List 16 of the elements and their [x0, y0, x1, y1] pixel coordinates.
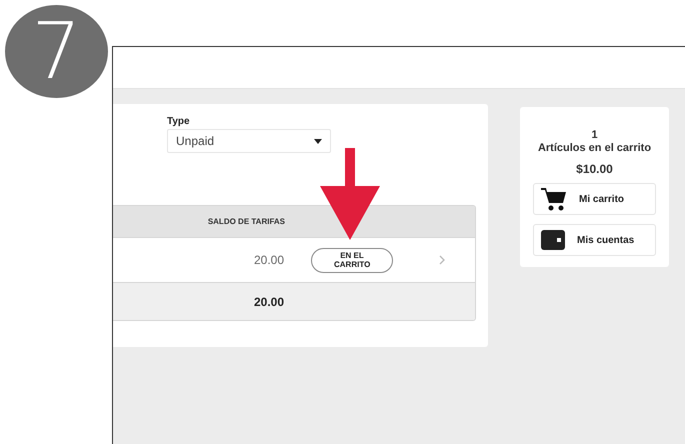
wallet-icon	[541, 230, 565, 250]
cart-total: $10.00	[576, 163, 613, 176]
cart-count: 1	[591, 129, 598, 142]
cart-label: Artículos en el carrito	[538, 142, 652, 155]
type-select[interactable]: Unpaid	[167, 129, 331, 153]
step-badge: 7	[5, 5, 108, 98]
amount-cell-text: 20.00	[252, 253, 284, 267]
cart-icon	[541, 187, 567, 211]
in-cart-button[interactable]: EN EL CARRITO	[311, 248, 393, 272]
caret-icon	[314, 138, 322, 144]
chevron-icon[interactable]	[439, 255, 445, 265]
my-accounts-button[interactable]: Mis cuentas	[533, 224, 656, 256]
type-label: Type	[167, 116, 191, 127]
column-header: SALDO DE TARIFAS	[206, 217, 285, 226]
total-amount: 20.00	[252, 294, 284, 308]
my-cart-button[interactable]: Mi carrito	[533, 183, 656, 215]
